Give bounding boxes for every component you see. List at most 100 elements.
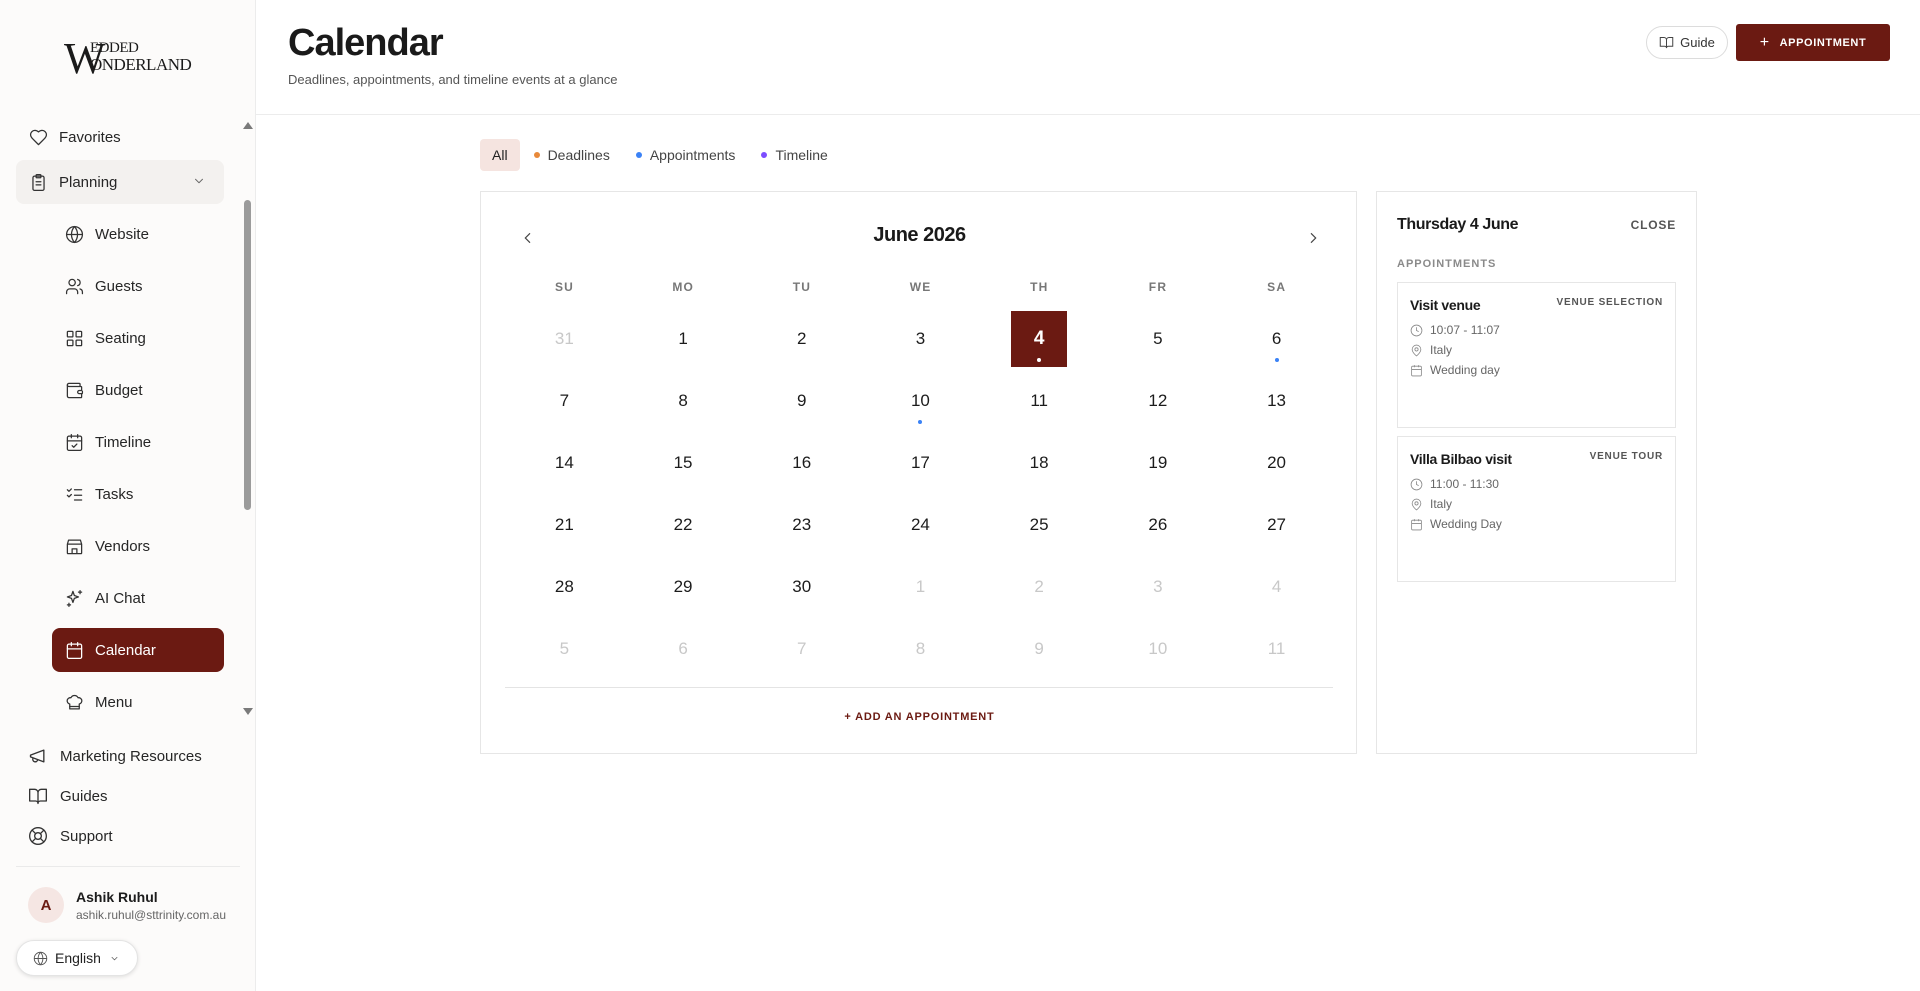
marketing-resources-link[interactable]: Marketing Resources <box>28 741 202 771</box>
calendar-day[interactable]: 5 <box>536 621 592 677</box>
day-number: 24 <box>910 515 930 534</box>
support-link[interactable]: Support <box>28 821 113 851</box>
day-number: 9 <box>797 391 807 410</box>
calendar-day[interactable]: 2 <box>1011 559 1067 615</box>
appointment-dot-icon <box>635 152 642 158</box>
sidebar-item-vendors[interactable]: Vendors <box>52 524 224 568</box>
sidebar-item-favorites[interactable]: Favorites <box>16 115 224 159</box>
book-open-icon <box>28 786 48 806</box>
calendar-day[interactable]: 19 <box>1130 435 1186 491</box>
guides-link[interactable]: Guides <box>28 781 108 811</box>
calendar-day[interactable]: 18 <box>1011 435 1067 491</box>
calendar-day[interactable]: 25 <box>1011 497 1067 553</box>
guide-button[interactable]: Guide <box>1646 26 1728 59</box>
calendar-day[interactable]: 23 <box>774 497 830 553</box>
calendar-day[interactable]: 3 <box>892 311 948 367</box>
calendar-icon <box>1411 518 1422 530</box>
grid-icon <box>64 328 84 348</box>
filter-timeline[interactable]: Timeline <box>749 139 839 171</box>
calendar-day[interactable]: 6 <box>1249 311 1305 367</box>
day-number: 6 <box>678 639 688 658</box>
calendar-day[interactable]: 8 <box>892 621 948 677</box>
calendar-day[interactable]: 7 <box>536 373 592 429</box>
sidebar-scrollbar[interactable] <box>244 200 251 510</box>
appointment-event: Wedding Day <box>1430 517 1502 531</box>
calendar-day[interactable]: 13 <box>1249 373 1305 429</box>
calendar-day[interactable]: 7 <box>774 621 830 677</box>
calendar-day[interactable]: 26 <box>1130 497 1186 553</box>
calendar-day[interactable]: 8 <box>655 373 711 429</box>
calendar-day[interactable]: 1 <box>892 559 948 615</box>
user-profile[interactable]: A Ashik Ruhul ashik.ruhul@sttrinity.com.… <box>28 887 226 923</box>
calendar-day[interactable]: 17 <box>892 435 948 491</box>
filter-deadlines[interactable]: Deadlines <box>522 139 622 171</box>
calendar-day[interactable]: 3 <box>1130 559 1186 615</box>
calendar-day-selected[interactable]: 4 <box>1011 311 1068 367</box>
calendar-day[interactable]: 24 <box>892 497 948 553</box>
calendar-day[interactable]: 12 <box>1130 373 1186 429</box>
next-month-button[interactable] <box>1301 226 1325 250</box>
calendar-day[interactable]: 11 <box>1249 621 1305 677</box>
guide-label: Guide <box>1680 35 1715 50</box>
chevron-down-icon[interactable] <box>192 174 208 190</box>
add-an-appointment-link[interactable]: + ADD AN APPOINTMENT <box>481 711 1358 723</box>
calendar-day[interactable]: 30 <box>774 559 830 615</box>
calendar-day[interactable]: 14 <box>536 435 592 491</box>
day-number: 15 <box>673 453 693 472</box>
language-selector[interactable]: English <box>16 940 138 976</box>
calendar-day[interactable]: 28 <box>536 559 592 615</box>
calendar-day[interactable]: 10 <box>1130 621 1186 677</box>
sidebar-item-timeline[interactable]: Timeline <box>52 420 224 464</box>
calendar-day[interactable]: 27 <box>1249 497 1305 553</box>
sidebar-item-planning[interactable]: Planning <box>16 160 224 204</box>
calendar-day[interactable]: 4 <box>1249 559 1305 615</box>
calendar-day[interactable]: 16 <box>774 435 830 491</box>
calendar-day[interactable]: 2 <box>774 311 830 367</box>
close-panel-button[interactable]: CLOSE <box>1631 218 1676 232</box>
day-number: 11 <box>1267 639 1286 658</box>
add-appointment-button[interactable]: + APPOINTMENT <box>1736 24 1890 61</box>
calendar-day[interactable]: 20 <box>1249 435 1305 491</box>
calendar-day[interactable]: 31 <box>536 311 592 367</box>
scroll-up-arrow-icon[interactable] <box>243 122 253 129</box>
calendar-day[interactable]: 21 <box>536 497 592 553</box>
megaphone-icon <box>28 746 48 766</box>
calendar-day[interactable]: 29 <box>655 559 711 615</box>
filter-appointments[interactable]: Appointments <box>624 139 748 171</box>
day-number: 1 <box>915 577 926 596</box>
weekday-header: TU <box>792 280 812 294</box>
event-dot-icon <box>1037 358 1042 362</box>
brand-logo[interactable]: W EDDED ONDERLAND <box>64 36 192 84</box>
appointment-card[interactable]: Villa Bilbao visit VENUE TOUR 11:00 - 11… <box>1397 436 1676 582</box>
calendar-day[interactable]: 9 <box>1011 621 1067 677</box>
calendar-day[interactable]: 15 <box>655 435 711 491</box>
logo-line-1: EDDED <box>90 40 139 56</box>
scroll-down-arrow-icon[interactable] <box>243 708 253 715</box>
sidebar-item-ai-chat[interactable]: AI Chat <box>52 576 224 620</box>
appointment-card[interactable]: Visit venue VENUE SELECTION 10:07 - 11:0… <box>1397 282 1676 428</box>
appointment-category: VENUE TOUR <box>1589 451 1663 462</box>
calendar-day[interactable]: 6 <box>655 621 711 677</box>
calendar-day[interactable]: 5 <box>1130 311 1186 367</box>
sidebar-item-website[interactable]: Website <box>52 212 224 256</box>
globe-icon <box>33 951 48 966</box>
sidebar-item-calendar[interactable]: Calendar <box>52 628 224 672</box>
guides-label: Guides <box>60 787 108 805</box>
sidebar-item-seating[interactable]: Seating <box>52 316 224 360</box>
sidebar-item-guests[interactable]: Guests <box>52 264 224 308</box>
sidebar-item-tasks[interactable]: Tasks <box>52 472 224 516</box>
calendar-day[interactable]: 10 <box>892 373 948 429</box>
day-number: 14 <box>554 453 574 472</box>
calendar-day[interactable]: 1 <box>655 311 711 367</box>
filter-all[interactable]: All <box>480 139 520 171</box>
calendar-day[interactable]: 9 <box>774 373 830 429</box>
event-dot-icon <box>918 420 923 424</box>
appointment-event-row: Wedding day <box>1410 363 1500 377</box>
calendar-day[interactable]: 11 <box>1011 373 1067 429</box>
sidebar-item-budget[interactable]: Budget <box>52 368 224 412</box>
calendar-day[interactable]: 22 <box>655 497 711 553</box>
weekday-header: SU <box>554 280 575 294</box>
timeline-dot-icon <box>761 152 768 158</box>
add-appointment-label: APPOINTMENT <box>1779 36 1867 49</box>
sidebar-item-menu[interactable]: Menu <box>52 680 224 715</box>
